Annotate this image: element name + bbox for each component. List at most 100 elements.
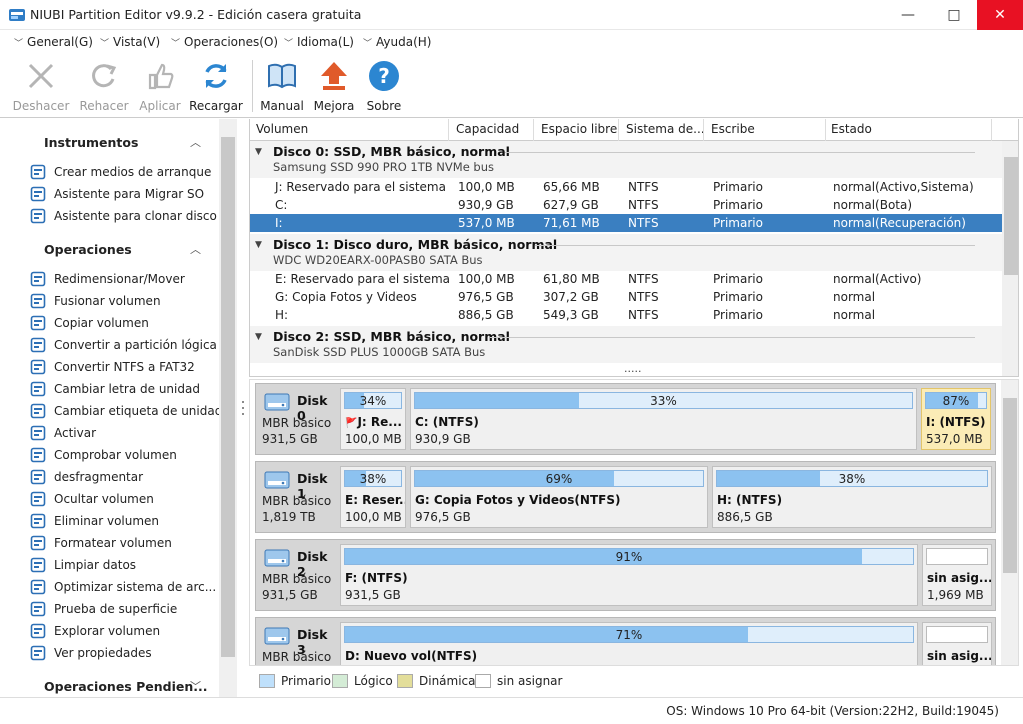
unallocated-block[interactable]: sin asig... (922, 622, 992, 665)
undo-button[interactable]: Deshacer (11, 60, 71, 113)
volume-row[interactable]: I: 537,0 MB 71,61 MB NTFS Primario normal(Rec… (250, 214, 1002, 232)
usage-percent: 69% (545, 472, 573, 486)
redo-icon (88, 60, 120, 92)
sidebar-op-16[interactable]: Explorar volumen (30, 623, 160, 639)
close-button[interactable]: ✕ (977, 0, 1023, 30)
sidebar-tool-0[interactable]: Crear medios de arranque (30, 164, 211, 180)
disk-info[interactable]: Disk 1 MBR básico 1,819 TB (256, 462, 340, 532)
col-capacity[interactable]: Capacidad (456, 122, 519, 136)
volume-row[interactable]: C: 930,9 GB 627,9 GB NTFS Primario normal(Bot… (250, 196, 1002, 214)
disk-info[interactable]: Disk 3 MBR básico (256, 618, 340, 665)
sidebar-tool-1[interactable]: Asistente para Migrar SO (30, 186, 204, 202)
sidebar-op-3[interactable]: Convertir a partición lógica (30, 337, 217, 353)
sidebar-op-12[interactable]: Formatear volumen (30, 535, 172, 551)
collapse-operations-icon[interactable]: ︿ (190, 241, 201, 257)
collapse-caret-icon[interactable]: ▼ (255, 332, 262, 342)
sidebar-op-1[interactable]: Fusionar volumen (30, 293, 161, 309)
partition-block[interactable]: 38% E: Reser... 100,0 MB (340, 466, 406, 528)
col-status[interactable]: Estado (831, 122, 872, 136)
disk-map-row[interactable]: Disk 2 MBR básico 931,5 GB 91% F: (NTFS) 931,… (255, 539, 996, 611)
sidebar-op-15[interactable]: Prueba de superficie (30, 601, 177, 617)
minimize-button[interactable]: — (885, 0, 931, 30)
disk-map-row[interactable]: Disk 3 MBR básico 71% D: Nuevo vol(NTFS) sin… (255, 617, 996, 665)
disk-info[interactable]: Disk 0 MBR básico 931,5 GB (256, 384, 340, 454)
volume-row[interactable]: H: 886,5 GB 549,3 GB NTFS Primario normal (250, 306, 1002, 324)
sidebar-item-label: Comprobar volumen (54, 448, 177, 462)
menu-general[interactable]: ﹀ General(G) (14, 35, 93, 49)
sidebar-item-label: Formatear volumen (54, 536, 172, 550)
sidebar-op-2[interactable]: Copiar volumen (30, 315, 149, 331)
sidebar-op-4[interactable]: Convertir NTFS a FAT32 (30, 359, 195, 375)
collapse-caret-icon[interactable]: ▼ (255, 147, 262, 157)
menu-operations[interactable]: ﹀ Operaciones(O) (171, 35, 278, 49)
disk-group-2[interactable]: ▼ Disco 2: SSD, MBR básico, normal SanDi… (250, 326, 1002, 363)
disk-title: Disco 1: Disco duro, MBR básico, normal (273, 237, 558, 252)
col-filesystem[interactable]: Sistema de... (626, 122, 705, 136)
manual-button[interactable]: Manual (252, 60, 312, 113)
sidebar-item-label: Ver propiedades (54, 646, 152, 660)
partition-block[interactable]: 34% 🚩J: Re... 100,0 MB (340, 388, 406, 450)
menu-label: Vista(V) (113, 35, 161, 49)
partition-block[interactable]: 69% G: Copia Fotos y Videos(NTFS) 976,5 GB (410, 466, 708, 528)
collapse-tools-icon[interactable]: ︿ (190, 134, 201, 150)
maximize-button[interactable]: □ (931, 0, 977, 30)
expand-pending-icon[interactable]: ﹀ (190, 678, 201, 694)
sidebar-op-0[interactable]: Redimensionar/Mover (30, 271, 185, 287)
menu-view[interactable]: ﹀ Vista(V) (100, 35, 160, 49)
partition-block[interactable]: 71% D: Nuevo vol(NTFS) (340, 622, 918, 665)
sidebar-op-14[interactable]: Optimizar sistema de arc... (30, 579, 216, 595)
sidebar-op-17[interactable]: Ver propiedades (30, 645, 152, 661)
unallocated-block[interactable]: sin asig... 1,969 MB (922, 544, 992, 606)
disk-group-1[interactable]: ▼ Disco 1: Disco duro, MBR básico, norma… (250, 234, 1002, 271)
sidebar-op-7[interactable]: Activar (30, 425, 96, 441)
usage-bar: 38% (344, 470, 402, 487)
panel-splitter[interactable] (238, 119, 248, 697)
partition-block[interactable]: 33% C: (NTFS) 930,9 GB (410, 388, 917, 450)
disk-map-row[interactable]: Disk 0 MBR básico 931,5 GB 34% 🚩J: Re... 100,… (255, 383, 996, 455)
reload-button[interactable]: Recargar (186, 60, 246, 113)
sidebar-op-13[interactable]: Limpiar datos (30, 557, 136, 573)
menu-language[interactable]: ﹀ Idioma(L) (284, 35, 354, 49)
collapse-caret-icon[interactable]: ▼ (255, 240, 262, 250)
flag-icon (30, 425, 46, 441)
usage-bar: 34% (344, 392, 402, 409)
about-button[interactable]: ? Sobre (354, 60, 414, 113)
partition-block[interactable]: 87% I: (NTFS) 537,0 MB (921, 388, 991, 450)
sidebar-op-9[interactable]: desfragmentar (30, 469, 143, 485)
chevron-down-icon: ﹀ (100, 38, 110, 49)
sidebar-op-10[interactable]: Ocultar volumen (30, 491, 154, 507)
volume-list-scroll-thumb[interactable] (1004, 157, 1018, 275)
partition-block[interactable]: 91% F: (NTFS) 931,5 GB (340, 544, 918, 606)
volume-row[interactable]: G: Copia Fotos y Videos 976,5 GB 307,2 GB N… (250, 288, 1002, 306)
sidebar-op-6[interactable]: Cambiar etiqueta de unidad (30, 403, 222, 419)
partition-label: H: (NTFS) (717, 493, 783, 507)
sidebar-scroll-thumb[interactable] (221, 137, 235, 657)
col-volume[interactable]: Volumen (256, 122, 308, 136)
redo-button[interactable]: Rehacer (74, 60, 134, 113)
menu-help[interactable]: ﹀ Ayuda(H) (363, 35, 431, 49)
menu-label: Idioma(L) (297, 35, 354, 49)
disk-info[interactable]: Disk 2 MBR básico 931,5 GB (256, 540, 340, 610)
volume-row[interactable]: E: Reservado para el sistema 100,0 MB 61,8… (250, 270, 1002, 288)
volume-cell: H: (275, 308, 289, 322)
volume-cell: NTFS (628, 308, 659, 322)
more-indicator[interactable]: ..... (624, 362, 641, 375)
apply-button[interactable]: Aplicar (130, 60, 190, 113)
disk-map-row[interactable]: Disk 1MBR básico1,819 TB38%E: Reser...10… (255, 461, 996, 533)
sidebar-op-5[interactable]: Cambiar letra de unidad (30, 381, 200, 397)
properties-icon (30, 645, 46, 661)
sidebar-tool-2[interactable]: Asistente para clonar disco (30, 208, 217, 224)
disk-map-scroll-thumb[interactable] (1003, 398, 1017, 573)
partition-block[interactable]: 38% H: (NTFS) 886,5 GB (712, 466, 992, 528)
usage-percent: 34% (359, 394, 387, 408)
optimize-icon (30, 579, 46, 595)
volume-cell: 100,0 MB (458, 180, 515, 194)
col-type[interactable]: Escribe (711, 122, 755, 136)
volume-cell: I: (275, 216, 283, 230)
sidebar-op-11[interactable]: Eliminar volumen (30, 513, 159, 529)
volume-row[interactable]: J: Reservado para el sistema 100,0 MB 65,6… (250, 178, 1002, 196)
col-free-space[interactable]: Espacio libre (541, 122, 617, 136)
disk-group-0[interactable]: ▼ Disco 0: SSD, MBR básico, normal Samsu… (250, 141, 1002, 178)
sidebar-op-8[interactable]: Comprobar volumen (30, 447, 177, 463)
volume-cell: 307,2 GB (543, 290, 599, 304)
